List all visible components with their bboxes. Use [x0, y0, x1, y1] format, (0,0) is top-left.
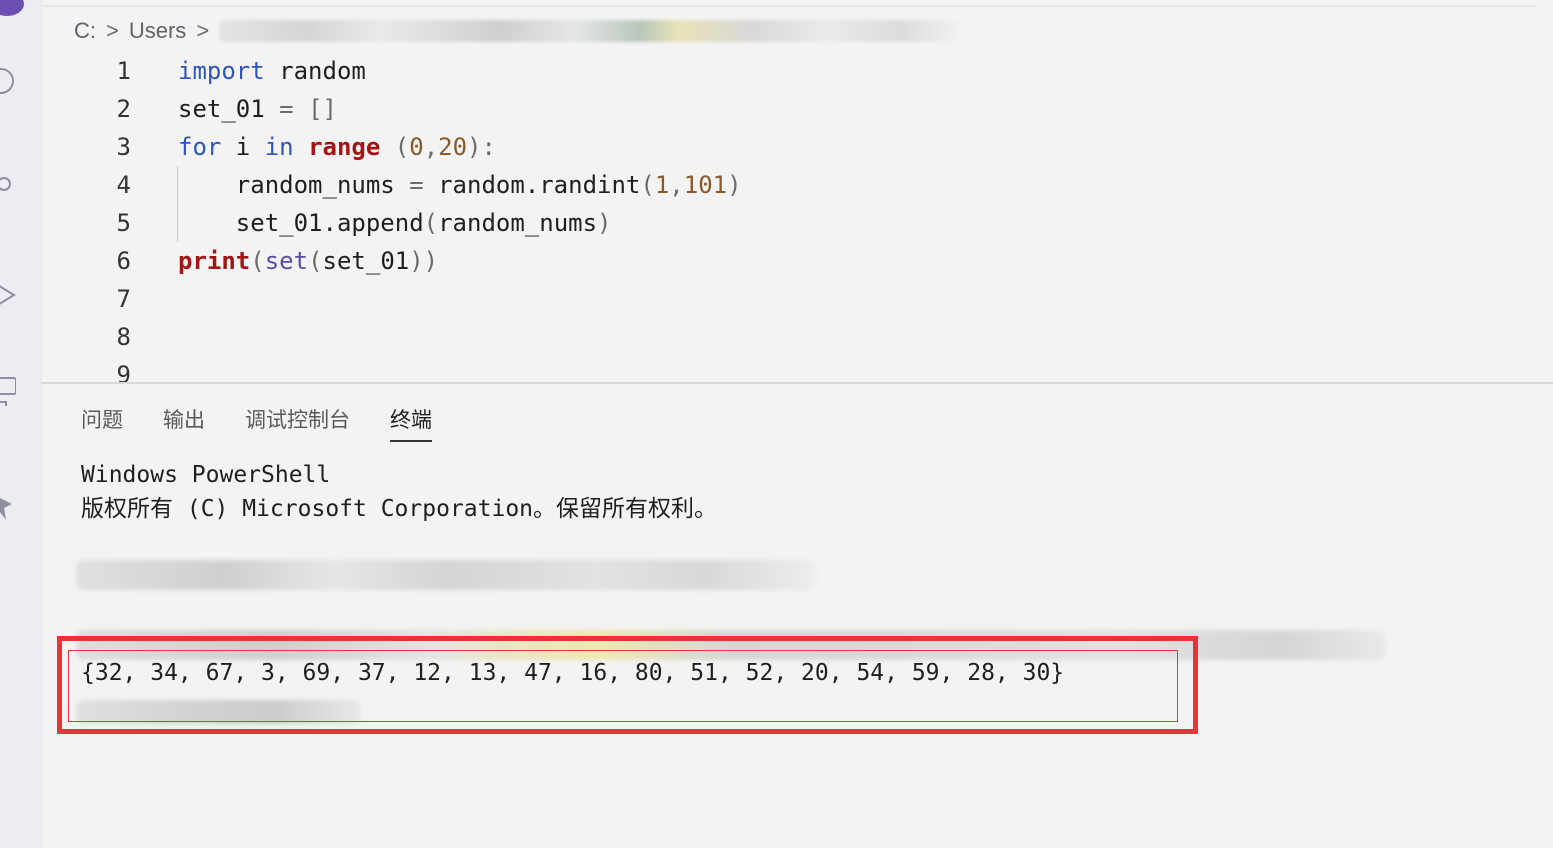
code-token: set_01.append: [178, 209, 424, 237]
code-token: (: [640, 171, 655, 199]
breadcrumb-separator-icon: >: [196, 18, 210, 43]
terminal-banner-line: Windows PowerShell: [81, 462, 331, 488]
line-number: 1: [116, 57, 131, 85]
line-number: 4: [116, 171, 131, 199]
code-token: random_nums: [178, 171, 410, 199]
code-token: )): [409, 247, 439, 275]
code-line[interactable]: for i in range (0,20):: [178, 128, 742, 166]
code-token: 20: [438, 133, 468, 161]
terminal[interactable]: Windows PowerShell 版权所有 (C) Microsoft Co…: [81, 458, 1481, 526]
code-token: set_01: [322, 247, 410, 275]
code-line[interactable]: import random: [178, 52, 742, 90]
code-token: (: [250, 247, 265, 275]
code-token: random_nums: [438, 209, 598, 237]
source-control-icon[interactable]: [0, 172, 16, 202]
account-icon[interactable]: [0, 0, 24, 16]
code-token: in: [264, 133, 294, 161]
code-token: print: [178, 247, 251, 275]
code-token: ,: [669, 171, 684, 199]
code-token: []: [308, 95, 337, 123]
editor-tab-strip-edge: [41, 0, 1553, 8]
code-token: ): [727, 171, 742, 199]
code-token: (: [423, 209, 439, 237]
code-token: i: [221, 133, 265, 161]
code-token: ):: [467, 133, 496, 161]
code-token: ,: [423, 133, 439, 161]
code-token: set_01: [178, 95, 280, 123]
line-number-gutter: 1 2 3 4 5 6 7 8 9: [41, 52, 131, 382]
code-token: for: [178, 133, 222, 161]
tab-panel-3[interactable]: 终端: [390, 404, 432, 442]
terminal-output-set: {32, 34, 67, 3, 69, 37, 12, 13, 47, 16, …: [81, 660, 1065, 686]
code-line[interactable]: set_01 = []: [178, 90, 742, 128]
panel-tabs: 问题 输出 调试控制台 终端: [81, 404, 432, 444]
tab-panel-1[interactable]: 输出: [163, 404, 205, 440]
extensions-icon[interactable]: [0, 376, 16, 406]
run-debug-icon[interactable]: [0, 280, 16, 310]
redacted-path: [219, 20, 960, 42]
code-line[interactable]: set_01.append(random_nums): [178, 204, 742, 242]
search-icon[interactable]: [0, 66, 16, 96]
line-number: 2: [116, 95, 131, 123]
code-line[interactable]: print(set(set_01)): [178, 242, 742, 280]
tab-panel-2[interactable]: 调试控制台: [245, 404, 350, 440]
tab-panel-0[interactable]: 问题: [81, 404, 123, 440]
code-token: =: [409, 171, 424, 199]
code-token: import: [178, 57, 265, 85]
code-line[interactable]: random_nums = random.randint(1,101): [178, 166, 742, 204]
panel-sash[interactable]: [41, 382, 1553, 384]
activity-bar: [0, 0, 42, 848]
code-token: =: [279, 95, 294, 123]
code-token: 1: [654, 171, 670, 199]
code-token: 101: [683, 171, 728, 199]
line-number: 8: [116, 323, 131, 351]
code-token: random: [264, 57, 366, 85]
code-token: 0: [409, 133, 424, 161]
line-number: 9: [116, 361, 131, 382]
code-token: (: [394, 133, 410, 161]
breadcrumb-users[interactable]: Users: [129, 18, 186, 44]
code-line[interactable]: [178, 280, 742, 318]
code-area[interactable]: import random set_01 = [] for i in range (…: [178, 52, 742, 382]
code-token: (: [308, 247, 323, 275]
line-number: 7: [116, 285, 131, 313]
code-token: random.randint: [423, 171, 641, 199]
code-token: ): [597, 209, 612, 237]
terminal-copyright-line: 版权所有 (C) Microsoft Corporation。保留所有权利。: [81, 496, 718, 522]
code-editor[interactable]: 123456789 import random set_01 = [] for i …: [41, 52, 1553, 382]
breadcrumb: C: > Users >: [74, 14, 960, 48]
breadcrumb-drive[interactable]: C:: [74, 18, 96, 44]
code-token: range: [308, 133, 381, 161]
code-line[interactable]: [178, 318, 742, 356]
line-number: 5: [116, 209, 131, 237]
breadcrumb-separator-icon: >: [106, 18, 119, 43]
line-number: 6: [116, 247, 131, 275]
redacted-terminal-line: [76, 560, 816, 590]
testing-icon[interactable]: [0, 494, 16, 524]
line-number: 3: [116, 133, 131, 161]
code-token: set: [264, 247, 309, 275]
code-line[interactable]: [178, 356, 742, 382]
